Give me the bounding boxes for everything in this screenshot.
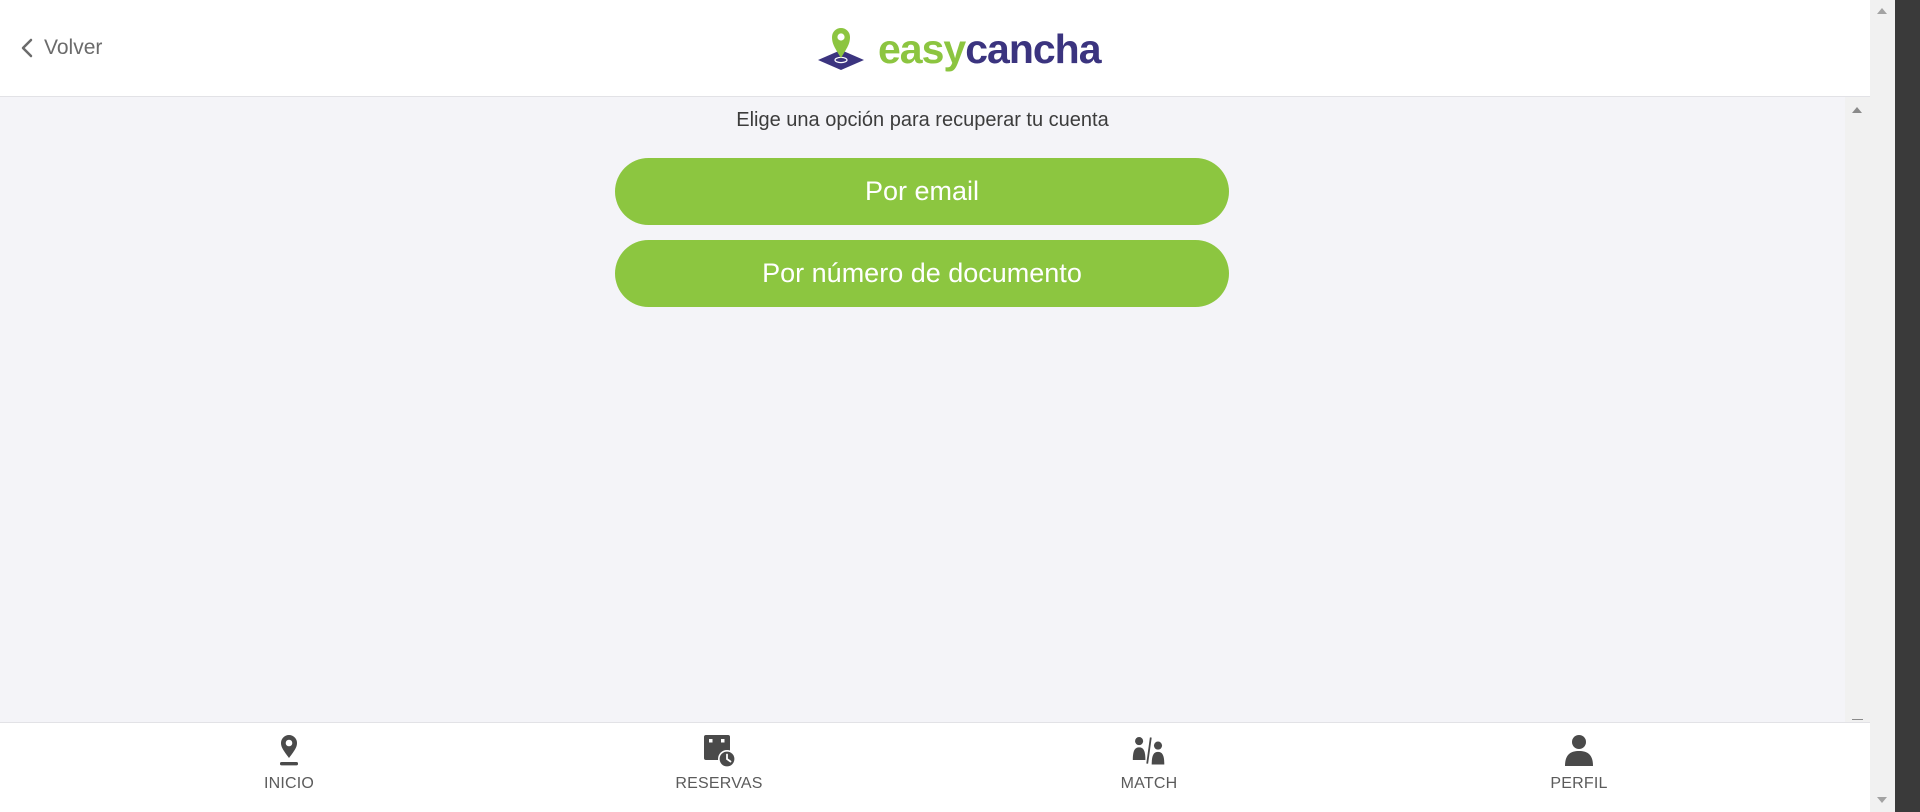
window-scrollbar[interactable] [1870,0,1895,812]
recover-by-email-button[interactable]: Por email [615,158,1229,225]
logo-wordmark: easycancha [878,25,1102,72]
back-label: Volver [44,36,103,59]
content-scrollbar[interactable] [1845,97,1870,722]
nav-item-match[interactable]: MATCH [1069,733,1229,803]
window-edge [1895,0,1920,812]
app-header: Volver easycancha [0,0,1870,97]
nav-item-reservas[interactable]: RESERVAS [639,733,799,803]
main-content: Elige una opción para recuperar tu cuent… [0,97,1845,722]
bottom-navigation: INICIO RESERVAS MATCH PERFIL [0,722,1870,812]
scroll-end-mark [1852,719,1863,720]
calendar-clock-icon [704,735,736,768]
scroll-up-arrow-icon[interactable] [1852,107,1862,113]
logo-text-easy: easy [878,25,966,72]
nav-label-match: MATCH [1120,775,1178,792]
players-match-icon [1132,737,1165,765]
nav-label-inicio: INICIO [263,775,315,792]
chevron-left-icon [21,38,33,58]
logo-pin-icon [818,28,864,70]
nav-item-perfil[interactable]: PERFIL [1499,733,1659,803]
nav-label-reservas: RESERVAS [675,775,763,792]
logo-text-cancha: cancha [965,25,1101,72]
window-scroll-up-icon[interactable] [1877,8,1887,14]
page-subtitle: Elige una opción para recuperar tu cuent… [736,109,1109,131]
recover-by-document-button[interactable]: Por número de documento [615,240,1229,307]
location-pin-icon [280,735,298,766]
nav-label-perfil: PERFIL [1550,775,1608,792]
back-button[interactable]: Volver [20,33,102,63]
easycancha-logo[interactable]: easycancha [816,24,1102,74]
nav-item-inicio[interactable]: INICIO [209,733,369,803]
person-icon [1565,735,1593,766]
window-scroll-down-icon[interactable] [1877,797,1887,803]
